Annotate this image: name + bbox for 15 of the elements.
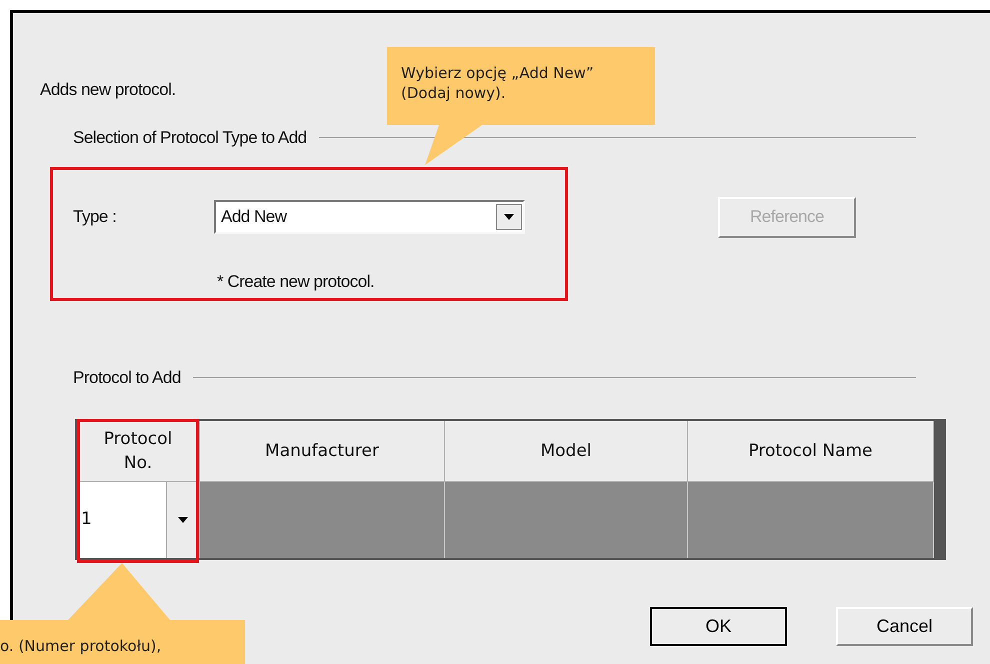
type-dropdown[interactable]: Add New: [214, 200, 525, 234]
group-title: Protocol to Add: [73, 367, 181, 389]
column-header: Protocol No.: [77, 421, 200, 482]
group-title: Selection of Protocol Type to Add: [73, 127, 307, 149]
dialog-button[interactable]: Cancel: [836, 607, 973, 646]
dialog-button[interactable]: OK: [650, 607, 787, 646]
column-header: Model: [445, 421, 688, 482]
note-text: * Create new protocol.: [217, 271, 374, 293]
description-text: Adds new protocol.: [40, 79, 176, 101]
callout-text: Wybierz opcję „Add New” (Dodaj nowy).: [401, 63, 595, 103]
column-header: Manufacturer: [200, 421, 445, 482]
protocol-number-dropdown[interactable]: 1: [77, 482, 200, 558]
callout-text: o. (Numer protokołu),: [0, 636, 162, 656]
type-label: Type :: [73, 206, 118, 228]
column-header: Protocol Name: [688, 421, 934, 482]
